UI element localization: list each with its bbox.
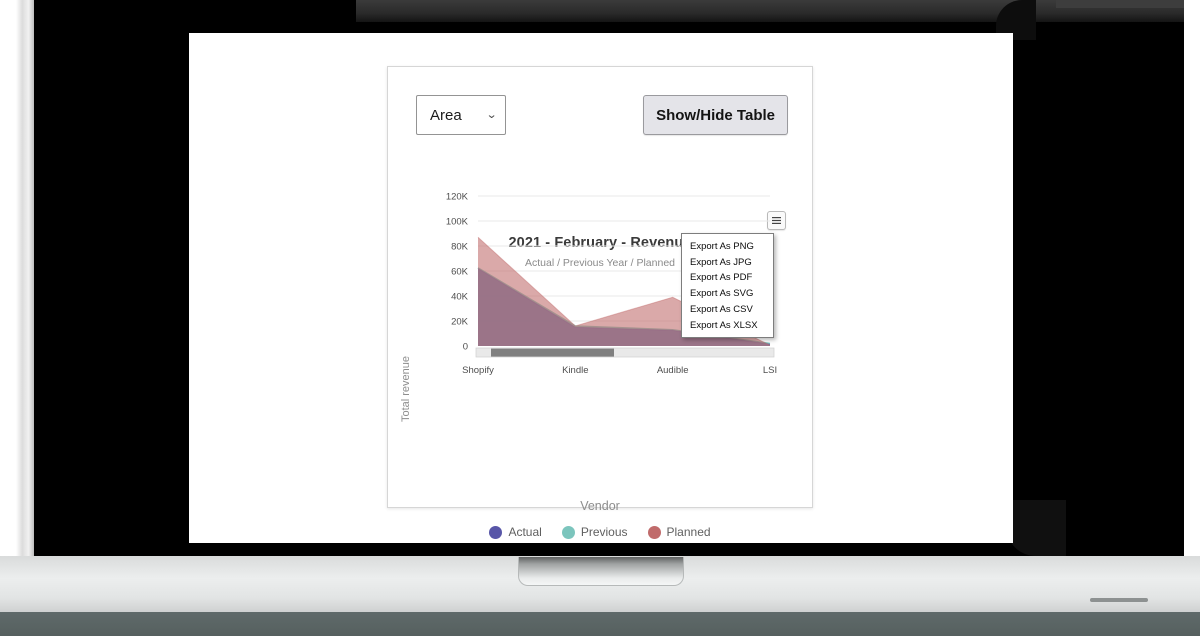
legend-label: Previous: [580, 525, 628, 539]
legend-item-planned[interactable]: Planned: [647, 525, 711, 539]
card-toolbar: Area ⌄ Show/Hide Table: [388, 67, 812, 151]
y-tick-label: 40K: [451, 292, 469, 303]
chart-y-tick-labels: 0 20K 40K 60K 80K 100K 120K: [446, 192, 469, 353]
y-tick-label: 60K: [451, 267, 469, 278]
lid-corner-bottom-right: [1006, 500, 1066, 556]
laptop-screen: Area ⌄ Show/Hide Table 2021 - February -…: [189, 33, 1013, 543]
legend-label: Actual: [508, 525, 542, 539]
export-menu-item-png[interactable]: Export As PNG: [682, 239, 773, 255]
legend-label: Planned: [666, 525, 711, 539]
chart-x-axis-title: Vendor: [580, 499, 620, 513]
chart-horizontal-scrollbar: [475, 347, 775, 358]
y-tick-label: 120K: [446, 192, 469, 203]
y-tick-label: 80K: [451, 242, 469, 253]
show-hide-table-label: Show/Hide Table: [656, 106, 775, 124]
export-menu-item-jpg[interactable]: Export As JPG: [682, 255, 773, 271]
scrollbar-thumb[interactable]: [491, 348, 614, 357]
scene: Area ⌄ Show/Hide Table 2021 - February -…: [0, 0, 1200, 636]
chart-x-tick-labels: Shopify Kindle Audible LSI: [462, 365, 777, 376]
x-tick-label: Audible: [657, 365, 689, 376]
desk-surface: [0, 612, 1200, 636]
export-menu-item-xlsx[interactable]: Export As XLSX: [682, 318, 773, 334]
export-menu-item-pdf[interactable]: Export As PDF: [682, 270, 773, 286]
chart-container: 2021 - February - Revenue Actual / Previ…: [388, 151, 812, 539]
chart-card: Area ⌄ Show/Hide Table 2021 - February -…: [387, 66, 813, 539]
chevron-down-icon: ⌄: [485, 108, 498, 121]
chart-legend: Actual Previous Planned: [388, 525, 812, 539]
legend-swatch-icon: [647, 525, 661, 539]
x-tick-label: Shopify: [462, 365, 494, 376]
chart-y-axis-title: Total revenue: [400, 355, 412, 423]
legend-swatch-icon: [561, 525, 575, 539]
laptop-trackpad-notch: [518, 557, 684, 586]
x-tick-label: LSI: [763, 365, 777, 376]
legend-item-previous[interactable]: Previous: [561, 525, 628, 539]
y-tick-label: 20K: [451, 317, 469, 328]
lid-edge-left: [16, 0, 34, 556]
export-menu-item-svg[interactable]: Export As SVG: [682, 286, 773, 302]
chart-type-select[interactable]: Area ⌄: [416, 95, 506, 135]
y-tick-label: 100K: [446, 217, 469, 228]
export-menu[interactable]: Export As PNG Export As JPG Export As PDF E…: [681, 233, 774, 339]
legend-item-actual[interactable]: Actual: [489, 525, 542, 539]
laptop-base-foot: [1090, 598, 1148, 602]
x-tick-label: Kindle: [562, 365, 588, 376]
lid-top-edge-highlight: [1056, 0, 1184, 8]
y-tick-label: 0: [463, 342, 468, 353]
show-hide-table-button[interactable]: Show/Hide Table: [643, 95, 788, 135]
legend-swatch-icon: [489, 525, 503, 539]
chart-type-select-value: Area: [430, 106, 462, 124]
export-menu-item-csv[interactable]: Export As CSV: [682, 302, 773, 318]
